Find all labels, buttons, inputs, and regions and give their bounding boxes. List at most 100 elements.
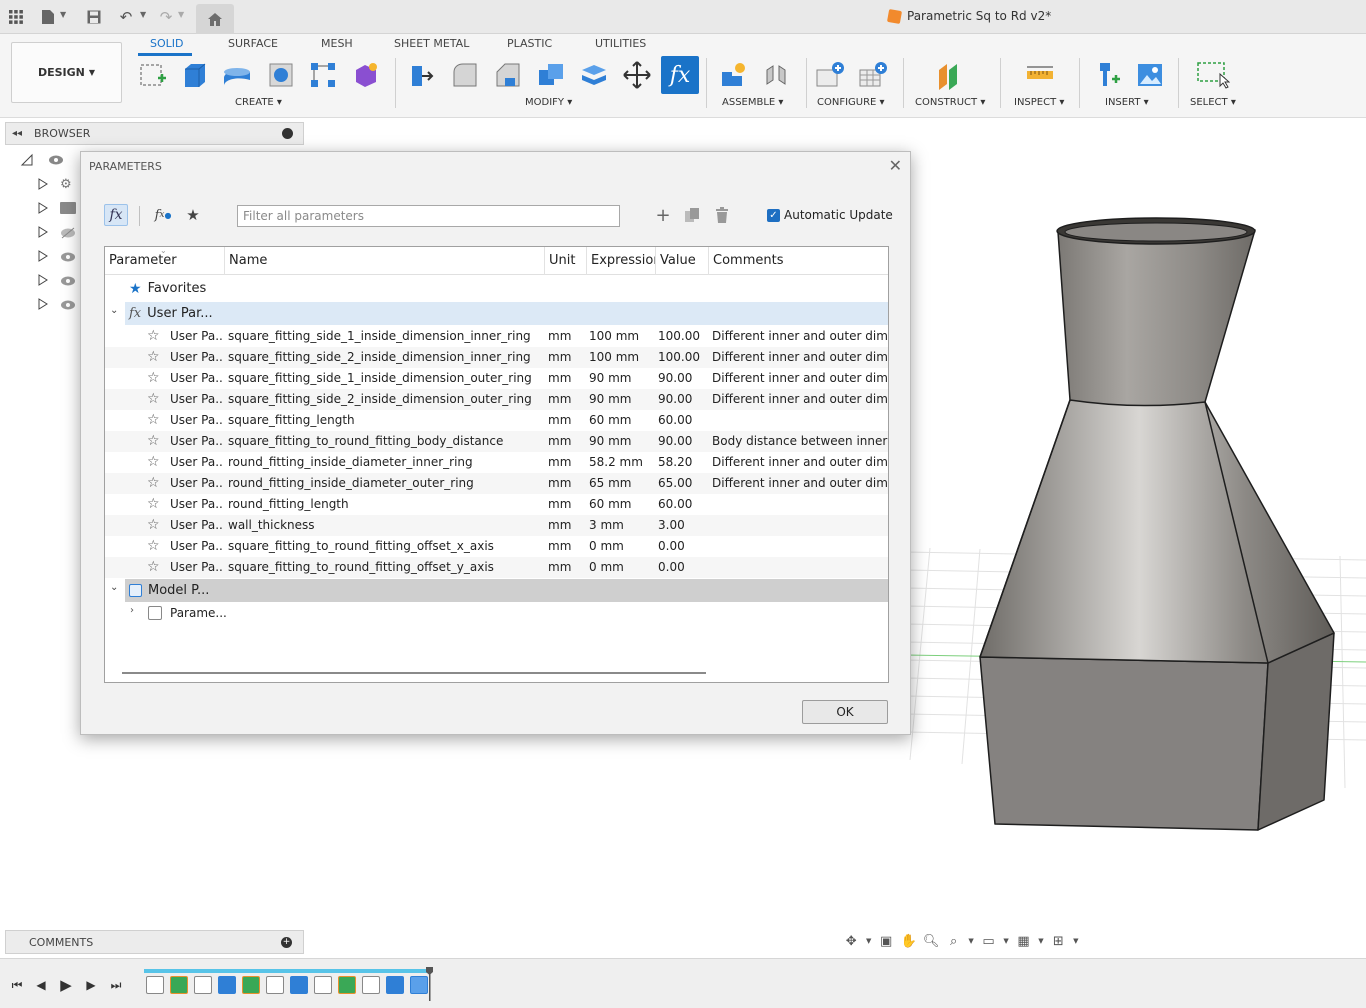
favorite-star-icon[interactable]: ★ [181,204,205,226]
parameter-name-cell[interactable]: square_fitting_to_round_fitting_body_dis… [228,431,543,452]
configuration-table-icon[interactable] [856,58,890,92]
parameter-comment-cell[interactable]: Body distance between inner sq [712,431,888,452]
ok-button[interactable]: OK [802,700,888,724]
table-row[interactable]: ☆ User Pa... square_fitting_side_1_inside_… [105,326,888,347]
close-icon[interactable]: ✕ [889,156,902,175]
parameter-comment-cell[interactable]: Different inner and outer dimensions [712,452,888,473]
tab-sheet-metal[interactable]: SHEET METAL [394,37,469,50]
parameter-expression-cell[interactable]: 60 mm [589,410,655,431]
parameter-comment-cell[interactable] [712,536,888,557]
column-header-name[interactable]: Name [225,247,545,275]
parameter-expression-cell[interactable]: 0 mm [589,536,655,557]
table-row[interactable]: ☆ User Pa... round_fitting_inside_diameter… [105,473,888,494]
column-header-expression[interactable]: Expression [587,247,656,275]
modify-group-menu[interactable]: MODIFY ▾ [525,97,572,108]
favorite-star-icon[interactable]: ☆ [147,473,163,494]
parameter-name-cell[interactable]: square_fitting_side_1_inside_dimension_o… [228,368,543,389]
parameter-comment-cell[interactable] [712,410,888,431]
browser-pin-icon[interactable] [282,128,293,139]
table-row[interactable]: ☆ User Pa... square_fitting_to_round_fitti… [105,557,888,578]
table-row[interactable]: ☆ User Pa... square_fitting_side_2_inside_… [105,389,888,410]
undo-chevron-down-icon[interactable]: ▼ [140,10,146,19]
file-icon[interactable] [38,7,58,27]
chamfer-icon[interactable] [491,58,525,92]
parameter-expression-cell[interactable]: 90 mm [589,368,655,389]
table-row[interactable]: ☆ User Pa... square_fitting_to_round_fitti… [105,431,888,452]
timeline-sketch-feature-icon[interactable] [146,976,164,994]
parameter-expression-cell[interactable]: 90 mm [589,389,655,410]
joint-icon[interactable] [759,58,793,92]
delete-trash-icon[interactable] [711,204,733,226]
table-row[interactable]: ☆ User Pa... wall_thickness mm 3 mm 3.00 [105,515,888,536]
table-row[interactable]: ☆ User Pa... square_fitting_side_1_inside_… [105,368,888,389]
parameter-name-cell[interactable]: square_fitting_side_2_inside_dimension_o… [228,389,543,410]
undo-icon[interactable]: ↶ [116,7,136,27]
redo-icon[interactable]: ↷ [156,7,176,27]
parameter-name-cell[interactable]: wall_thickness [228,515,543,536]
grid-chevron-down-icon[interactable]: ▼ [1037,931,1045,951]
favorite-star-icon[interactable]: ☆ [147,410,163,431]
parameter-expression-cell[interactable]: 100 mm [589,326,655,347]
parameter-comment-cell[interactable]: Different inner and outer dimensions [712,368,888,389]
column-header-comments[interactable]: Comments [709,247,888,275]
favorite-star-icon[interactable]: ☆ [147,452,163,473]
favorite-star-icon[interactable]: ☆ [147,347,163,368]
viewports-icon[interactable]: ⊞ [1049,931,1068,951]
automatic-update-checkbox[interactable]: ✓ Automatic Update [767,208,893,222]
model-parameters-group-row[interactable]: ⌄ Model P... [105,579,888,602]
visibility-eye-icon[interactable] [60,275,76,290]
tree-expand-icon[interactable] [38,274,48,289]
parameter-comment-cell[interactable] [712,494,888,515]
offset-plane-icon[interactable] [933,58,967,92]
configure-group-menu[interactable]: CONFIGURE ▾ [817,97,885,108]
horizontal-scrollbar[interactable] [122,672,706,674]
favorite-star-icon[interactable]: ☆ [147,515,163,536]
timeline-sketch-feature-icon[interactable] [314,976,332,994]
create-sketch-icon[interactable] [136,58,170,92]
timeline-marker[interactable] [426,967,433,1001]
parameter-comment-cell[interactable] [712,557,888,578]
column-header-value[interactable]: Value [656,247,709,275]
workspace-switcher-button[interactable]: DESIGN ▼ [11,42,122,103]
create-form-icon[interactable] [349,58,383,92]
parameter-name-cell[interactable]: round_fitting_length [228,494,543,515]
configure-design-icon[interactable] [813,58,847,92]
assemble-group-menu[interactable]: ASSEMBLE ▾ [722,97,783,108]
combine-icon[interactable] [534,58,568,92]
parameter-name-cell[interactable]: square_fitting_to_round_fitting_offset_x… [228,536,543,557]
timeline-sketch-feature-icon[interactable] [266,976,284,994]
parameter-name-cell[interactable]: square_fitting_side_1_inside_dimension_i… [228,326,543,347]
collapse-panel-icon[interactable]: ◂◂ [12,128,22,139]
change-parameters-fx-icon[interactable]: fx [661,56,699,94]
save-icon[interactable] [84,7,104,27]
fit-zoom-icon[interactable]: ⌕ [944,931,963,951]
look-at-icon[interactable]: ▣ [877,931,896,951]
column-header-unit[interactable]: Unit [545,247,587,275]
favorite-star-icon[interactable]: ☆ [147,431,163,452]
timeline-step-forward-icon[interactable]: ▶ [82,976,100,994]
visibility-eye-icon[interactable] [60,299,76,314]
zoom-chevron-down-icon[interactable]: ▼ [967,931,975,951]
timeline-plane-feature-icon[interactable] [338,976,356,994]
timeline-plane-feature-icon[interactable] [242,976,260,994]
parameter-name-cell[interactable]: square_fitting_side_2_inside_dimension_i… [228,347,543,368]
parameter-expression-cell[interactable]: 90 mm [589,431,655,452]
tree-expand-icon[interactable] [38,226,48,241]
timeline-extrude-feature-icon[interactable] [290,976,308,994]
table-row[interactable]: ☆ User Pa... square_fitting_side_2_inside_… [105,347,888,368]
display-chevron-down-icon[interactable]: ▼ [1002,931,1010,951]
parameter-comment-cell[interactable]: Different inner and outer dimensions [712,389,888,410]
parameter-comment-cell[interactable]: Different inner and outer dimensions [712,347,888,368]
fillet-icon[interactable] [448,58,482,92]
timeline-play-icon[interactable]: ▶ [57,976,75,994]
filter-parameters-input[interactable] [237,205,620,227]
favorite-star-icon[interactable]: ☆ [147,389,163,410]
timeline-extrude-feature-icon[interactable] [386,976,404,994]
orbit-icon[interactable]: ✥ [842,931,861,951]
table-row[interactable]: ☆ User Pa... round_fitting_length mm 60 mm 60… [105,494,888,515]
hole-icon[interactable] [264,58,298,92]
tab-surface[interactable]: SURFACE [228,37,278,50]
favorite-star-icon[interactable]: ☆ [147,557,163,578]
add-icon[interactable]: + [653,204,673,226]
parameter-name-cell[interactable]: square_fitting_length [228,410,543,431]
